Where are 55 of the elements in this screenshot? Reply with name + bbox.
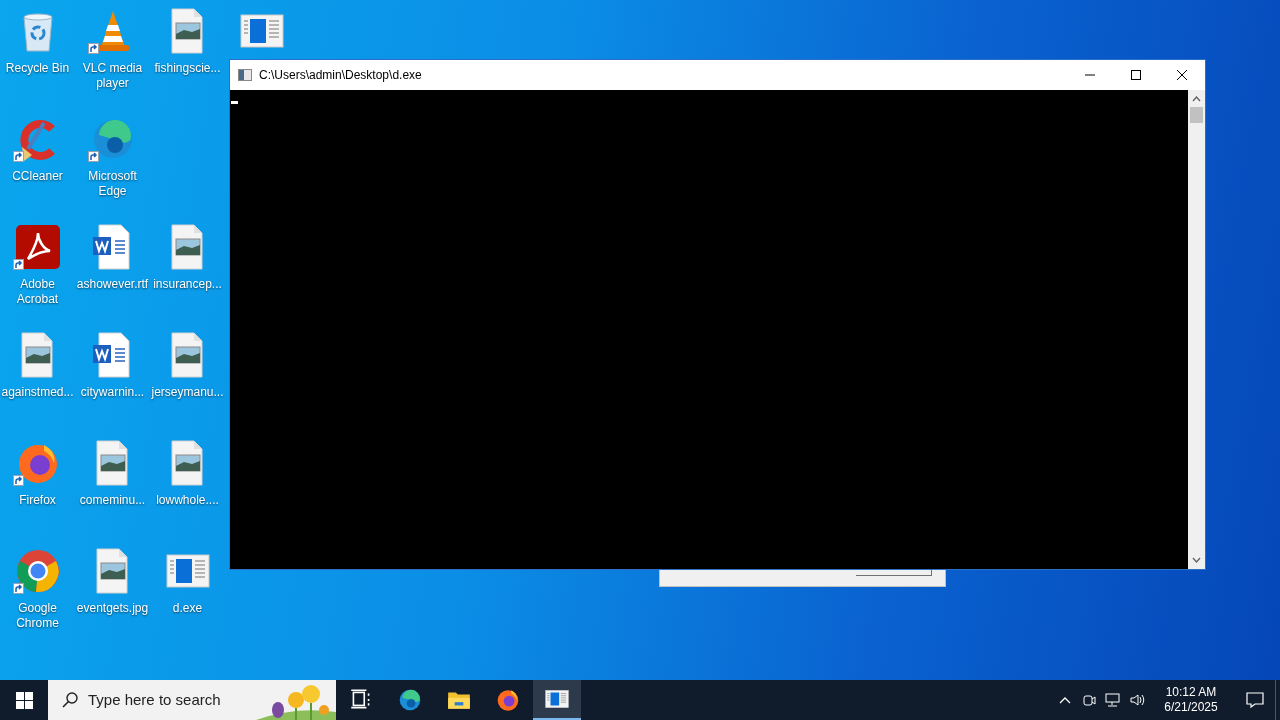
scroll-thumb[interactable] bbox=[1190, 107, 1203, 123]
icon-label: citywarnin... bbox=[79, 385, 146, 400]
desktop-icon[interactable]: Firefox bbox=[0, 438, 75, 546]
maximize-icon bbox=[1131, 70, 1141, 80]
desktop-icon[interactable]: jerseymanu... bbox=[150, 330, 225, 438]
console-icon bbox=[238, 69, 252, 81]
clock-time: 10:12 AM bbox=[1165, 685, 1217, 700]
search-box[interactable]: Type here to search bbox=[48, 680, 336, 720]
volume-icon bbox=[1129, 692, 1145, 708]
desktop-icon[interactable]: insurancep... bbox=[150, 222, 225, 330]
clock-date: 6/21/2025 bbox=[1164, 700, 1218, 715]
edge-browser-icon bbox=[397, 687, 423, 713]
search-icon bbox=[62, 692, 78, 708]
taskbar-app-button[interactable] bbox=[533, 680, 581, 720]
icon-label: insurancep... bbox=[152, 277, 223, 292]
desktop-icon[interactable]: lowwhole.... bbox=[150, 438, 225, 546]
camera-icon bbox=[1081, 692, 1097, 708]
icon-label: fishingscie... bbox=[153, 61, 222, 76]
firefox-icon bbox=[495, 687, 521, 713]
icon-label: eventgets.jpg bbox=[75, 601, 150, 616]
desktop-icon[interactable]: d.exe bbox=[150, 546, 225, 654]
pdf-icon bbox=[13, 223, 62, 271]
icon-label: Adobe Acrobat bbox=[15, 277, 60, 307]
icon-label: VLC media player bbox=[81, 61, 144, 91]
icon-label: ashowever.rtf bbox=[75, 277, 150, 292]
desktop-icon[interactable]: CCleaner bbox=[0, 114, 75, 222]
icon-label: Firefox bbox=[18, 493, 57, 508]
window-title: C:\Users\admin\Desktop\d.exe bbox=[259, 67, 422, 84]
desktop-icon[interactable]: ashowever.rtf bbox=[75, 222, 150, 330]
icon-label: comeminu... bbox=[78, 493, 147, 508]
icon-label: lowwhole.... bbox=[155, 493, 220, 508]
network-icon bbox=[1105, 692, 1121, 708]
scrollbar[interactable] bbox=[1188, 90, 1205, 569]
desktop-icon[interactable]: comeminu... bbox=[75, 438, 150, 546]
windows-logo-icon bbox=[15, 691, 33, 709]
desktop-icon[interactable]: Adobe Acrobat bbox=[0, 222, 75, 330]
icon-label: jerseymanu... bbox=[150, 385, 225, 400]
desktop-icon[interactable]: VLC media player bbox=[75, 6, 150, 114]
desktop-icon[interactable]: againstmed... bbox=[0, 330, 75, 438]
speech-bubble-icon bbox=[1246, 691, 1264, 709]
icon-label: Google Chrome bbox=[15, 601, 60, 631]
desktop-icon[interactable]: Google Chrome bbox=[0, 546, 75, 654]
desktop-icon[interactable]: fishingscie... bbox=[150, 6, 225, 114]
close-icon bbox=[1177, 70, 1187, 80]
icon-label: Recycle Bin bbox=[4, 61, 71, 76]
search-field[interactable]: Type here to search bbox=[88, 688, 258, 712]
clock[interactable]: 10:12 AM 6/21/2025 bbox=[1155, 685, 1227, 715]
icon-label: Microsoft Edge bbox=[87, 169, 138, 199]
icon-label: d.exe bbox=[171, 601, 204, 616]
desktop-icon[interactable]: Microsoft Edge bbox=[75, 114, 150, 222]
icon-label: CCleaner bbox=[11, 169, 64, 184]
icon-label: againstmed... bbox=[0, 385, 75, 400]
desktop-icon[interactable]: citywarnin... bbox=[75, 330, 150, 438]
desktop-icon[interactable]: Recycle Bin bbox=[0, 6, 75, 114]
desktop-icon[interactable]: eventgets.jpg bbox=[75, 546, 150, 654]
